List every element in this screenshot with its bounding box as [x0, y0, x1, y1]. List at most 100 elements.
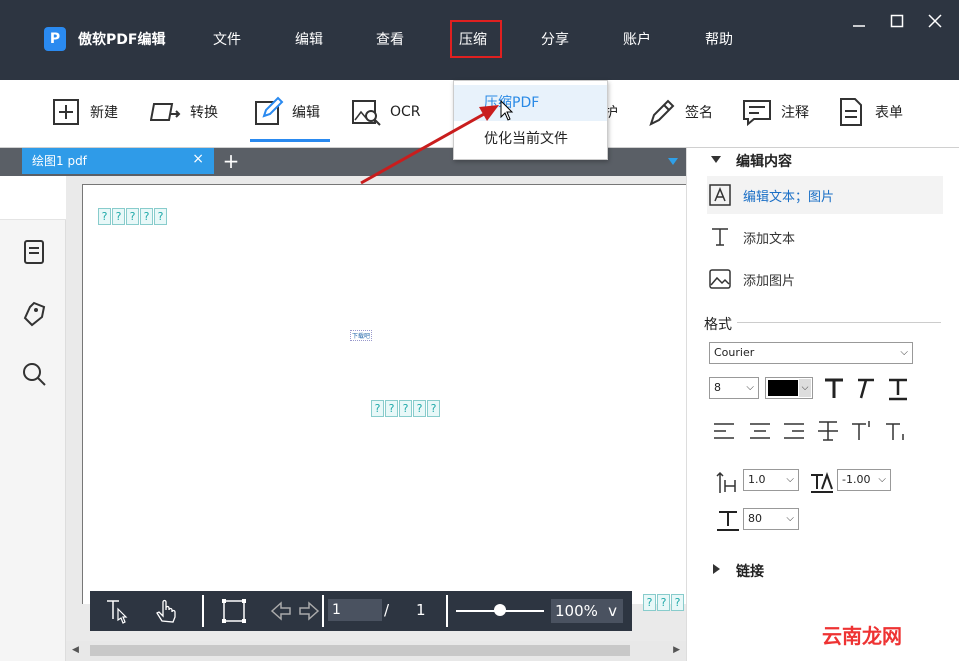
fit-page-icon[interactable] [220, 597, 248, 625]
plus-box-icon [53, 99, 79, 125]
font-family-select[interactable]: Courier ⌵ [709, 342, 913, 364]
placeholder-char: ? [671, 594, 684, 611]
underline-button[interactable] [883, 374, 913, 404]
next-page-icon[interactable] [292, 597, 320, 625]
bookmark-tag-icon[interactable] [20, 300, 48, 328]
pdf-page[interactable] [82, 184, 686, 604]
format-divider [737, 322, 941, 323]
add-tab-button[interactable]: + [220, 148, 242, 174]
edit-text-image-button[interactable]: 编辑文本；图片 [707, 176, 943, 214]
zoom-value: 100% [555, 602, 598, 620]
superscript-icon [852, 421, 870, 440]
zoom-chevron-icon: v [608, 602, 617, 620]
placeholder-char: ? [427, 400, 440, 417]
char-spacing-select[interactable]: -1.00 ⌵ [837, 469, 891, 491]
new-button[interactable]: 新建 [50, 94, 118, 130]
superscript-button[interactable] [847, 416, 877, 446]
add-text-label: 添加文本 [743, 231, 796, 247]
comment-label: 注释 [781, 105, 809, 121]
subscript-button[interactable] [881, 416, 911, 446]
placeholder-char: ? [385, 400, 398, 417]
current-page-input[interactable]: 1 [328, 599, 382, 621]
placeholder-char: ? [413, 400, 426, 417]
thumbnails-icon[interactable] [20, 238, 48, 266]
hand-tool-icon[interactable] [152, 597, 180, 625]
scroll-left-icon[interactable]: ◀ [72, 645, 79, 655]
text-cursor-icon [707, 224, 733, 250]
minimize-icon[interactable] [850, 14, 868, 32]
edit-text-image-icon [707, 182, 733, 208]
align-center-button[interactable] [745, 416, 775, 446]
menu-help[interactable]: 帮助 [705, 29, 733, 49]
menu-share[interactable]: 分享 [541, 29, 569, 49]
collapse-arrow-icon[interactable] [711, 156, 721, 164]
align-left-button[interactable] [709, 416, 739, 446]
align-left-icon [714, 423, 734, 439]
select-tool-icon[interactable] [104, 597, 132, 625]
page-separator: / [384, 601, 390, 619]
edit-button[interactable]: 编辑 [252, 94, 320, 130]
left-sidebar-header [0, 176, 66, 220]
placeholder-text-middle[interactable]: ????? ????? [371, 400, 441, 417]
font-color-swatch [768, 380, 798, 396]
tab-document[interactable]: 绘图1 pdf × [22, 148, 214, 174]
line-spacing-select[interactable]: 1.0 ⌵ [743, 469, 799, 491]
tab-document-name: 绘图1 pdf [32, 154, 87, 168]
link-heading[interactable]: 链接 [736, 561, 764, 581]
comment-icon [743, 100, 771, 127]
font-color-picker[interactable]: ⌵ [765, 377, 813, 399]
placeholder-char: ? [126, 208, 139, 225]
chevron-down-icon: ⌵ [746, 382, 754, 393]
tab-close-icon[interactable]: × [192, 151, 204, 167]
italic-button[interactable] [849, 374, 879, 404]
tiny-text-label[interactable]: 下载吧 [350, 330, 373, 341]
total-pages: 1 [416, 601, 426, 619]
convert-icon [150, 103, 181, 121]
placeholder-text-top[interactable]: ????? ????? [98, 208, 168, 225]
left-sidebar [0, 176, 66, 661]
menu-file[interactable]: 文件 [213, 29, 241, 49]
scale-icon [713, 506, 743, 536]
maximize-icon[interactable] [888, 14, 906, 32]
form-button[interactable]: 表单 [835, 94, 903, 130]
title-bar: P 傲软PDF编辑 文件 编辑 查看 压缩 分享 账户 帮助 [0, 0, 959, 80]
bold-button[interactable] [819, 374, 849, 404]
edit-text-image-label: 编辑文本；图片 [743, 189, 835, 205]
underline-icon [889, 378, 907, 401]
add-text-button[interactable]: 添加文本 [707, 218, 943, 256]
align-right-icon [784, 423, 804, 439]
convert-button[interactable]: 转换 [150, 94, 218, 130]
zoom-select[interactable]: 100% v [551, 599, 623, 623]
chevron-down-icon: ⌵ [799, 379, 811, 397]
placeholder-char: ? [399, 400, 412, 417]
expand-arrow-icon[interactable] [713, 564, 721, 574]
add-image-label: 添加图片 [743, 273, 796, 289]
close-icon[interactable] [926, 14, 944, 32]
menu-view[interactable]: 查看 [376, 29, 404, 49]
placeholder-text-right[interactable]: ??? ???? [643, 594, 685, 611]
mouse-cursor-icon [500, 100, 514, 121]
font-size-select[interactable]: 8 ⌵ [709, 377, 759, 399]
zoom-slider-thumb[interactable] [494, 604, 506, 616]
scroll-right-icon[interactable]: ▶ [673, 645, 680, 655]
horizontal-scrollbar[interactable]: ◀ ▶ [66, 641, 686, 661]
placeholder-char: ? [154, 208, 167, 225]
signature-label: 签名 [685, 105, 713, 121]
menu-account[interactable]: 账户 [623, 29, 651, 49]
add-image-button[interactable]: 添加图片 [707, 260, 943, 298]
scale-value: 80 [748, 512, 762, 525]
scale-select[interactable]: 80 ⌵ [743, 508, 799, 530]
char-spacing-value: -1.00 [842, 473, 871, 486]
strikethrough-button[interactable] [813, 416, 843, 446]
form-label: 表单 [875, 105, 903, 121]
menu-edit[interactable]: 编辑 [295, 29, 323, 49]
tab-dropdown-icon[interactable] [668, 158, 678, 165]
signature-button[interactable]: 签名 [645, 94, 713, 130]
align-right-button[interactable] [779, 416, 809, 446]
scrollbar-thumb[interactable] [90, 645, 630, 656]
chevron-down-icon: ⌵ [878, 474, 886, 485]
search-icon[interactable] [20, 360, 48, 388]
format-heading: 格式 [704, 317, 732, 333]
font-family-value: Courier [714, 346, 755, 359]
comment-button[interactable]: 注释 [741, 94, 809, 130]
